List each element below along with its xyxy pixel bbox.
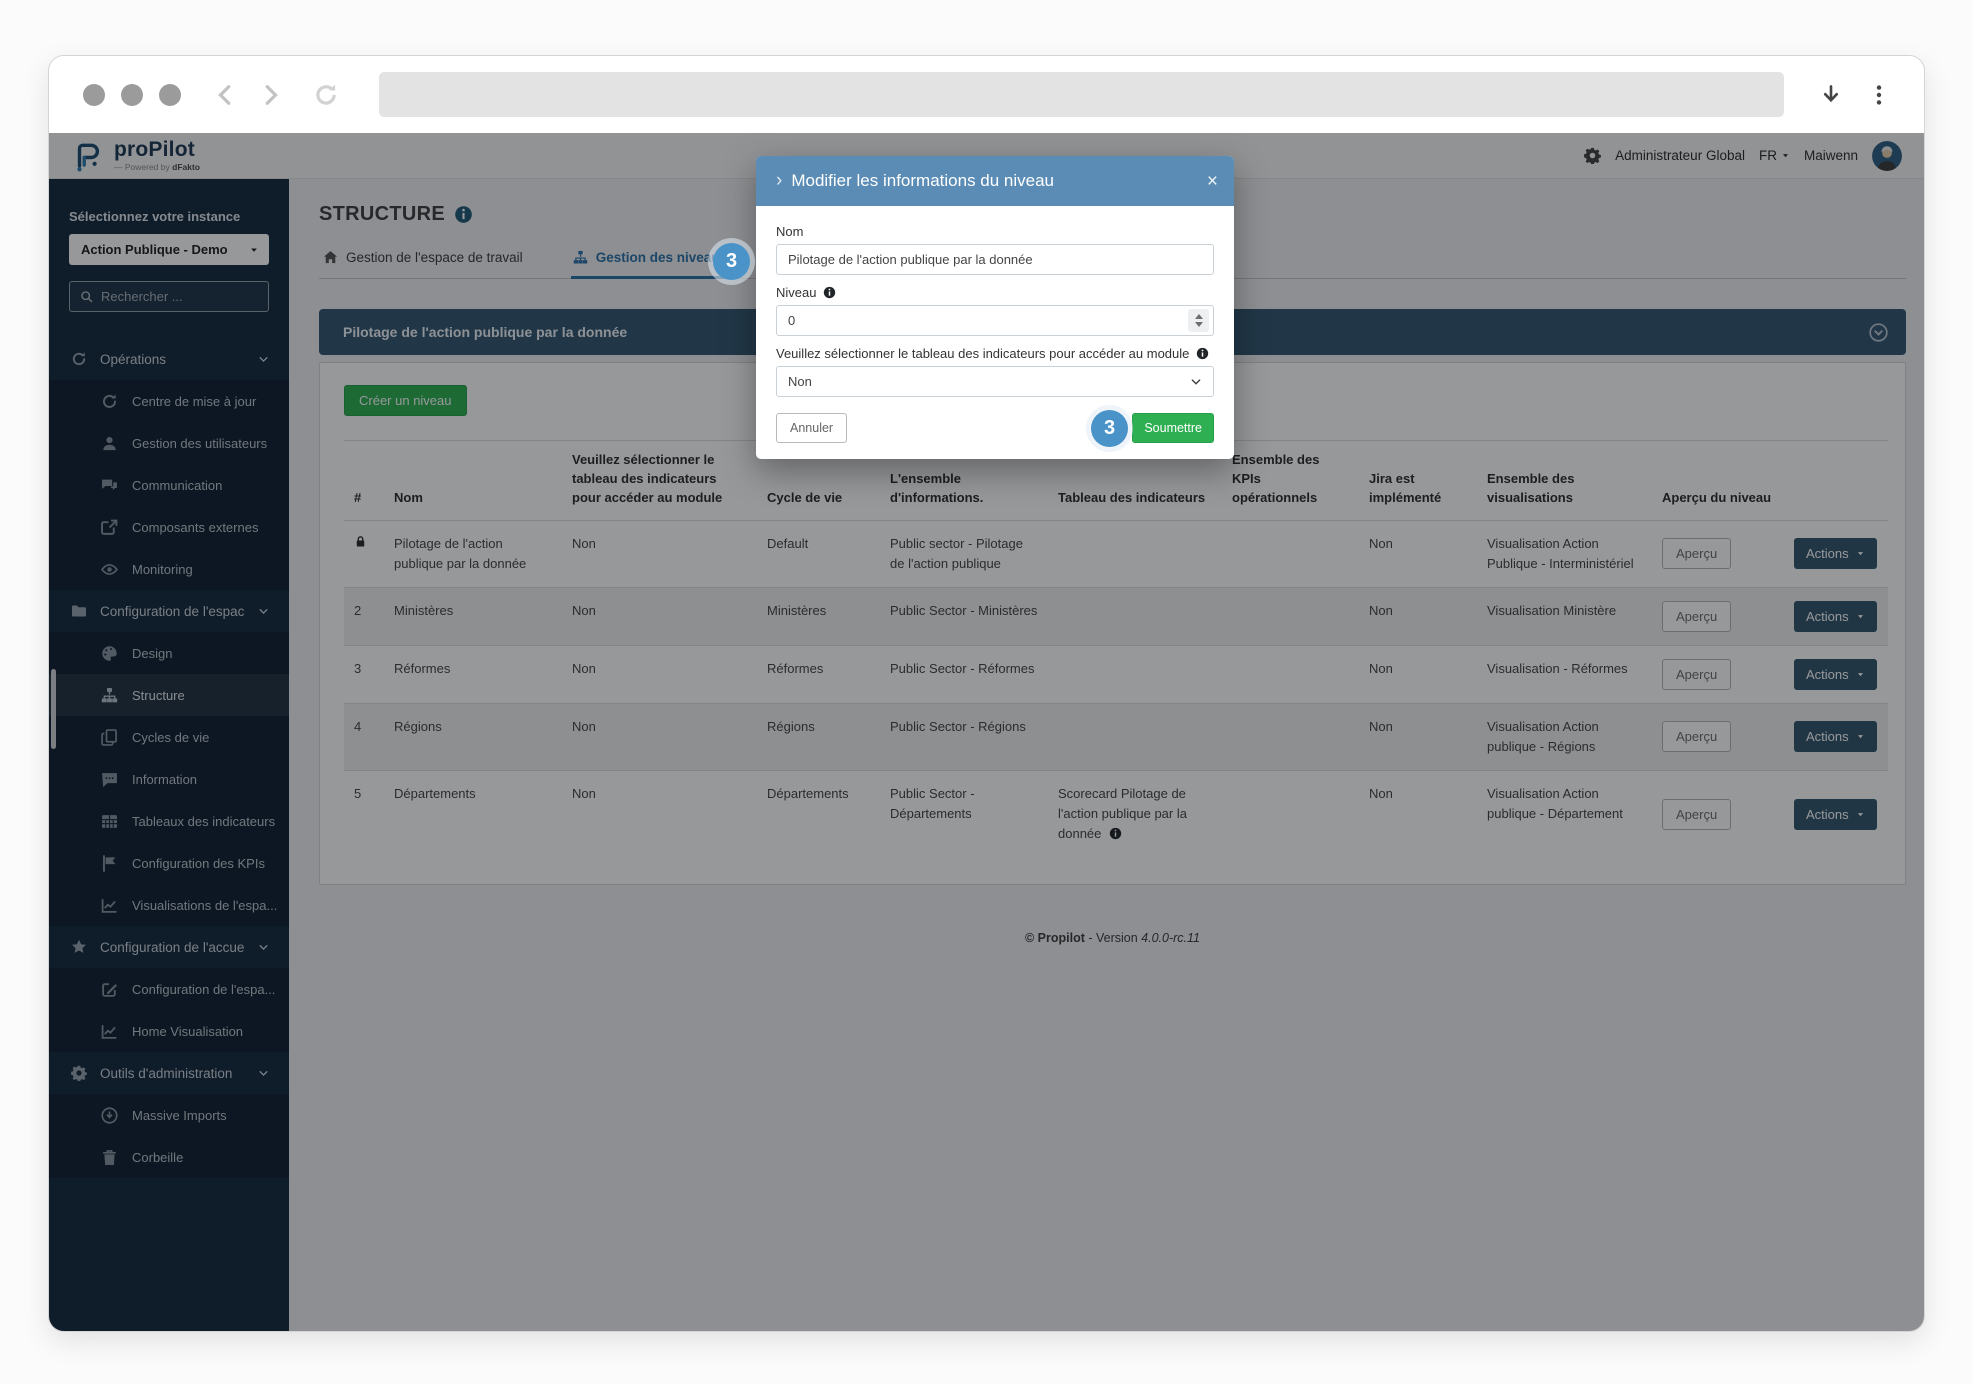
level-stepper[interactable]	[1188, 309, 1209, 332]
browser-chrome	[49, 56, 1924, 133]
reload-icon	[316, 84, 336, 105]
info-icon	[1197, 347, 1209, 360]
stepper-up-icon[interactable]	[1194, 314, 1203, 319]
window-control-dot[interactable]	[159, 83, 181, 106]
kebab-icon	[1876, 84, 1882, 105]
chevron-down-icon	[1190, 376, 1202, 388]
window-control-dot[interactable]	[83, 83, 105, 106]
level-label: Niveau	[776, 285, 1214, 300]
name-input[interactable]	[776, 244, 1214, 275]
step-badge: 3	[1091, 410, 1128, 447]
forward-icon	[265, 84, 278, 105]
indicator-label: Veuillez sélectionner le tableau des ind…	[776, 346, 1214, 361]
chevron-down-icon	[1191, 378, 1201, 385]
modal-title-chevron: ›	[776, 170, 783, 191]
close-icon[interactable]: ×	[1207, 172, 1218, 191]
download-button[interactable]	[1820, 84, 1842, 106]
arrow-down-icon	[1823, 84, 1839, 102]
step-badge: 3	[713, 243, 750, 280]
indicator-select[interactable]: Non	[776, 366, 1214, 397]
level-input[interactable]	[776, 305, 1214, 336]
submit-button[interactable]: Soumettre	[1132, 413, 1214, 443]
name-label: Nom	[776, 224, 804, 239]
modal-body: Nom Niveau Veuillez sélectionner le tabl…	[756, 206, 1234, 459]
back-icon	[218, 84, 231, 105]
reload-button[interactable]	[313, 82, 339, 108]
info-icon	[824, 286, 836, 299]
back-button[interactable]	[213, 83, 237, 107]
modal-header: › Modifier les informations du niveau ×	[756, 156, 1234, 206]
browser-window: proPilot — Powered by dFakto Administrat…	[48, 55, 1925, 1332]
info-icon[interactable]	[823, 286, 836, 299]
edit-level-modal: › Modifier les informations du niveau × …	[713, 156, 1234, 459]
modal-title: Modifier les informations du niveau	[791, 171, 1055, 190]
cancel-button[interactable]: Annuler	[776, 413, 848, 443]
forward-button[interactable]	[259, 83, 283, 107]
address-bar[interactable]	[379, 72, 1784, 117]
window-control-dot[interactable]	[121, 83, 143, 106]
browser-menu-button[interactable]	[1868, 84, 1890, 106]
stepper-down-icon[interactable]	[1194, 322, 1203, 327]
window-controls	[83, 83, 181, 106]
info-icon[interactable]	[1196, 347, 1209, 360]
